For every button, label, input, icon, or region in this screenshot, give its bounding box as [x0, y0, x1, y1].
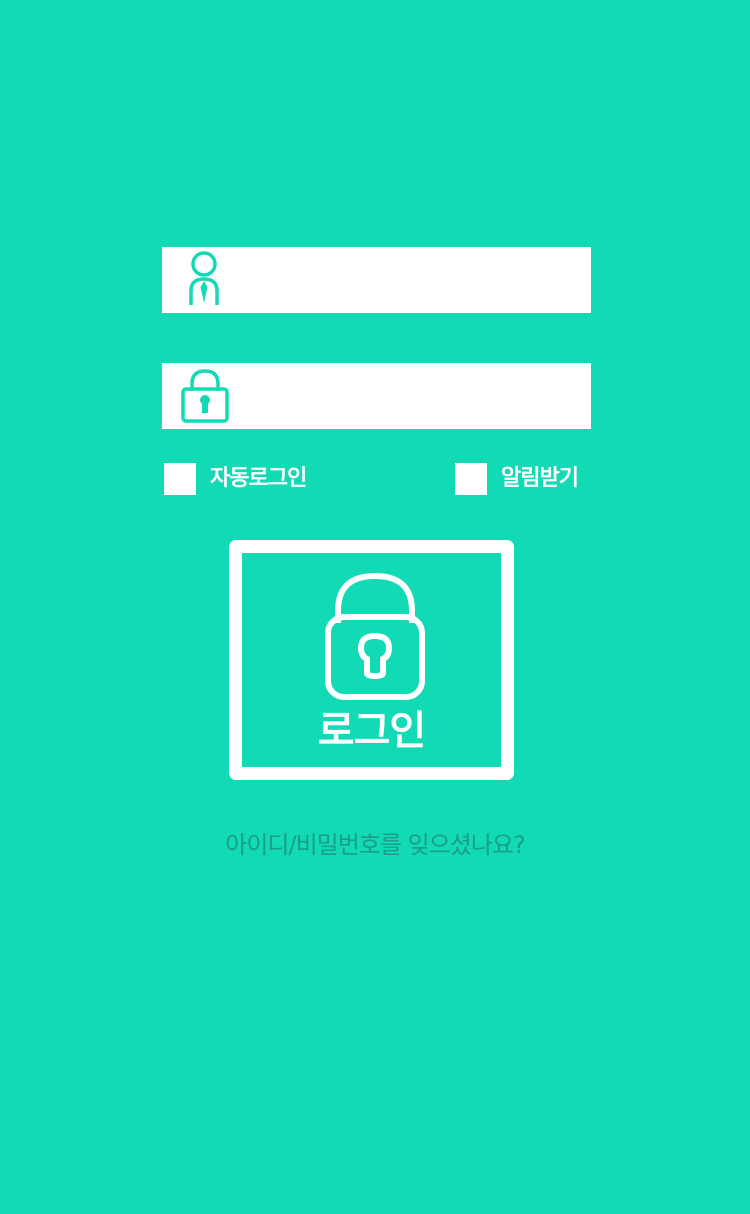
forgot-credentials-link[interactable]: 아이디/비밀번호를 잊으셨나요?: [0, 828, 750, 862]
lock-icon: [325, 573, 425, 700]
login-button-label: 로그인: [317, 708, 426, 754]
login-button[interactable]: 로그인: [229, 540, 514, 780]
auto-login-checkbox[interactable]: [164, 463, 196, 495]
lock-icon: [181, 369, 229, 423]
password-field[interactable]: [162, 363, 591, 429]
notifications-checkbox[interactable]: [455, 463, 487, 495]
id-field[interactable]: [162, 247, 591, 313]
id-input[interactable]: [242, 255, 572, 305]
password-input[interactable]: [242, 371, 572, 421]
notifications-label: 알림받기: [501, 466, 579, 491]
user-icon: [189, 251, 219, 305]
auto-login-label: 자동로그인: [210, 466, 307, 491]
